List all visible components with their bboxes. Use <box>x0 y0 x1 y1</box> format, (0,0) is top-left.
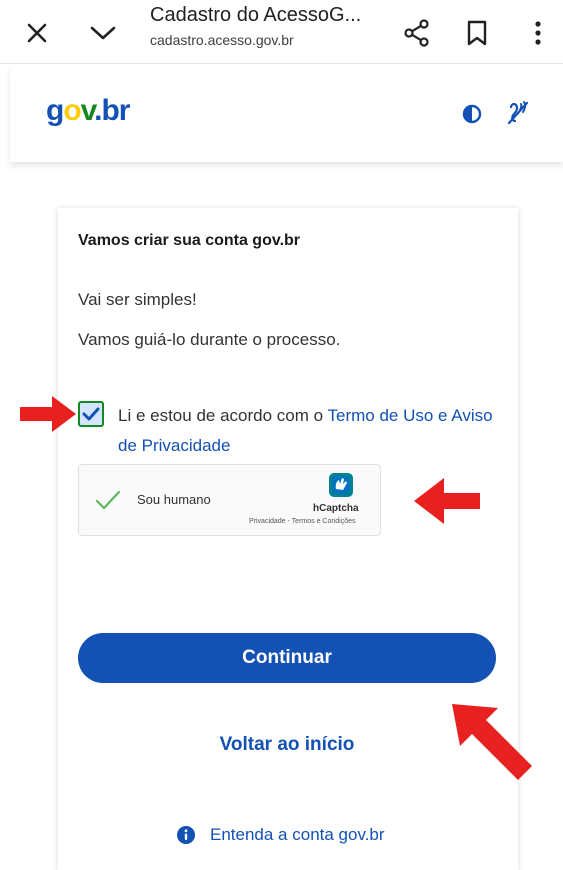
info-icon <box>177 826 195 844</box>
hcaptcha-logo-icon <box>327 471 355 499</box>
tab-title: Cadastro do AcessoG... <box>150 4 362 26</box>
captcha-check-icon <box>95 489 121 511</box>
back-to-start-button[interactable]: Voltar ao início <box>78 725 496 765</box>
captcha-brand: hCaptcha <box>313 503 359 514</box>
terms-checkbox[interactable] <box>78 401 104 427</box>
arrow-to-continue-icon <box>452 704 536 788</box>
share-icon[interactable] <box>400 16 434 50</box>
govbr-logo[interactable]: gov.br <box>46 94 130 128</box>
more-vert-icon[interactable] <box>526 16 550 50</box>
close-icon[interactable] <box>22 18 52 48</box>
hcaptcha-widget[interactable]: Sou humano hCaptcha Privacidade - Termos… <box>78 464 381 536</box>
signup-card: Vamos criar sua conta gov.br Vai ser sim… <box>58 208 518 870</box>
url-text[interactable]: cadastro.acesso.gov.br <box>150 32 294 48</box>
browser-toolbar: Cadastro do AcessoG... cadastro.acesso.g… <box>0 0 563 64</box>
accessibility-icon[interactable] <box>506 100 530 126</box>
check-icon <box>82 407 100 421</box>
continue-button[interactable]: Continuar <box>78 633 496 683</box>
arrow-to-checkbox-icon <box>20 394 76 434</box>
guide-text: Vamos guiá-lo durante o processo. <box>78 330 341 349</box>
learn-more-link[interactable]: Entenda a conta gov.br <box>176 825 385 845</box>
chevron-down-icon[interactable] <box>86 18 120 48</box>
arrow-to-captcha-icon <box>414 476 480 526</box>
learn-more-label: Entenda a conta gov.br <box>210 825 385 844</box>
contrast-icon[interactable] <box>462 104 482 124</box>
intro-text: Vai ser simples! <box>78 290 197 309</box>
captcha-terms-link[interactable]: Privacidade - Termos e Condições <box>249 518 355 525</box>
captcha-label: Sou humano <box>137 492 211 507</box>
terms-label: Li e estou de acordo com o Termo de Uso … <box>118 406 493 455</box>
card-heading: Vamos criar sua conta gov.br <box>78 232 301 249</box>
bookmark-icon[interactable] <box>462 16 492 50</box>
govbr-header: gov.br <box>10 66 563 162</box>
